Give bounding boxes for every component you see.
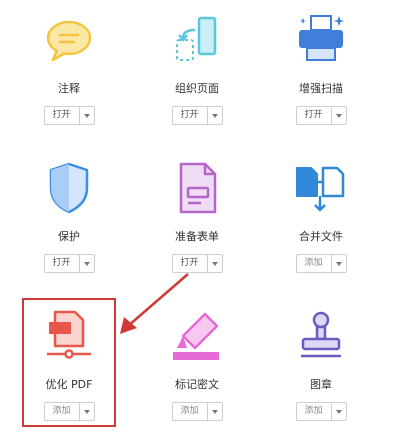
tool-label: 保护 bbox=[58, 230, 80, 243]
dropdown-button[interactable] bbox=[206, 403, 222, 420]
tool-control: 添加 bbox=[295, 402, 347, 421]
chevron-down-icon bbox=[211, 261, 218, 266]
dropdown-button[interactable] bbox=[206, 255, 222, 272]
chevron-down-icon bbox=[335, 409, 342, 414]
tool-control: 添加 bbox=[171, 402, 223, 421]
chevron-down-icon bbox=[83, 261, 90, 266]
open-button[interactable]: 打开 bbox=[45, 107, 79, 124]
tool-label: 组织页面 bbox=[175, 82, 219, 95]
open-button[interactable]: 打开 bbox=[45, 255, 79, 272]
shield-icon bbox=[49, 162, 89, 214]
tool-label: 合并文件 bbox=[299, 230, 343, 243]
tool-control: 打开 bbox=[171, 106, 223, 125]
tool-protect[interactable]: 保护 打开 bbox=[14, 160, 124, 290]
add-button[interactable]: 添加 bbox=[297, 403, 331, 420]
dropdown-button[interactable] bbox=[78, 255, 94, 272]
add-button[interactable]: 添加 bbox=[173, 403, 207, 420]
chevron-down-icon bbox=[335, 261, 342, 266]
open-button[interactable]: 打开 bbox=[173, 107, 207, 124]
tool-label: 增强扫描 bbox=[299, 82, 343, 95]
chevron-down-icon bbox=[83, 113, 90, 118]
tool-comment[interactable]: 注释 打开 bbox=[14, 12, 124, 142]
tool-control: 添加 bbox=[295, 254, 347, 273]
tool-label: 准备表单 bbox=[175, 230, 219, 243]
open-button[interactable]: 打开 bbox=[297, 107, 331, 124]
chevron-down-icon bbox=[335, 113, 342, 118]
highlight-box bbox=[22, 298, 116, 427]
tool-combine-files[interactable]: 合并文件 添加 bbox=[266, 160, 376, 290]
dropdown-button[interactable] bbox=[78, 107, 94, 124]
tool-control: 打开 bbox=[43, 254, 95, 273]
stamp-icon bbox=[301, 311, 341, 358]
add-button[interactable]: 添加 bbox=[297, 255, 331, 272]
combine-files-icon bbox=[296, 166, 345, 212]
prepare-form-icon bbox=[179, 162, 217, 214]
dropdown-button[interactable] bbox=[330, 403, 346, 420]
dropdown-button[interactable] bbox=[330, 255, 346, 272]
chevron-down-icon bbox=[211, 113, 218, 118]
tool-control: 打开 bbox=[295, 106, 347, 125]
tool-stamp[interactable]: 图章 添加 bbox=[266, 308, 376, 438]
tool-control: 打开 bbox=[43, 106, 95, 125]
tool-enhance-scan[interactable]: 增强扫描 打开 bbox=[266, 12, 376, 142]
pointer-arrow-icon bbox=[120, 273, 189, 334]
organize-pages-icon bbox=[176, 16, 217, 61]
enhance-scan-icon bbox=[299, 15, 345, 61]
tool-label: 标记密文 bbox=[175, 378, 219, 391]
tool-label: 图章 bbox=[310, 378, 332, 391]
tool-label: 注释 bbox=[58, 82, 80, 95]
chevron-down-icon bbox=[211, 409, 218, 414]
comment-icon bbox=[46, 20, 92, 62]
tool-organize-pages[interactable]: 组织页面 打开 bbox=[142, 12, 252, 142]
dropdown-button[interactable] bbox=[330, 107, 346, 124]
dropdown-button[interactable] bbox=[206, 107, 222, 124]
